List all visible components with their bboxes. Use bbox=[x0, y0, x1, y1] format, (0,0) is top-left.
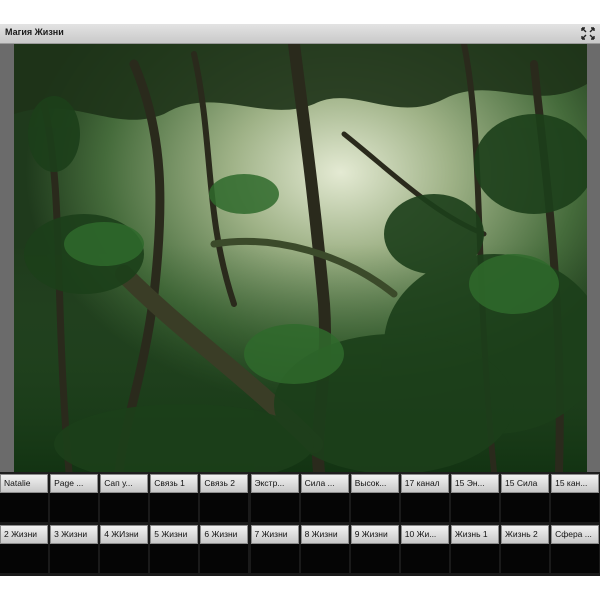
channel-button[interactable]: 15 Сила bbox=[501, 474, 549, 522]
channel-button-label: 15 Эн... bbox=[450, 474, 499, 493]
title-bar: Магия Жизни bbox=[0, 24, 600, 44]
jungle-video-frame[interactable] bbox=[14, 44, 587, 472]
channel-button-label: 15 кан... bbox=[551, 474, 600, 493]
channel-button[interactable]: Сфера ... bbox=[551, 525, 600, 573]
channel-button[interactable]: Связь 2 bbox=[200, 474, 249, 522]
channel-button-label: Экстр... bbox=[250, 474, 299, 493]
channel-button[interactable]: 17 канал bbox=[400, 474, 449, 522]
channel-button[interactable]: Сила ... bbox=[300, 474, 349, 522]
channel-button-label: Сила ... bbox=[300, 474, 349, 493]
channel-button[interactable]: 8 Жизни bbox=[300, 525, 349, 573]
expand-arrows-icon bbox=[581, 27, 595, 40]
channel-button-label: 4 ЖИзни bbox=[100, 525, 149, 544]
channel-button-label: Page ... bbox=[50, 474, 99, 493]
channel-button[interactable]: 10 Жи... bbox=[400, 525, 449, 573]
channel-button[interactable]: 9 Жизни bbox=[350, 525, 399, 573]
channel-button[interactable]: Natalie bbox=[0, 474, 48, 522]
channel-button-label: 8 Жизни bbox=[300, 525, 349, 544]
channel-button-label: 17 канал bbox=[400, 474, 449, 493]
channel-button-label: Сфера ... bbox=[551, 525, 600, 544]
channel-button-label: Жизнь 2 bbox=[501, 525, 549, 544]
channel-button-label: 5 Жизни bbox=[150, 525, 199, 544]
video-viewer[interactable] bbox=[0, 44, 600, 472]
channel-button[interactable]: 15 Эн... bbox=[450, 474, 499, 522]
channel-button[interactable]: 5 Жизни bbox=[150, 525, 199, 573]
channel-button[interactable]: 6 Жизни bbox=[200, 525, 249, 573]
channel-button-label: 7 Жизни bbox=[250, 525, 299, 544]
channel-grid: Natalie Page ... Сап у... Связь 1 Связь 2 Экс… bbox=[0, 474, 600, 576]
channel-button-label: 2 Жизни bbox=[0, 525, 48, 544]
channel-button[interactable]: Жизнь 2 bbox=[501, 525, 549, 573]
channel-button[interactable]: Page ... bbox=[50, 474, 99, 522]
channel-button[interactable]: Экстр... bbox=[250, 474, 299, 522]
channel-button[interactable]: 7 Жизни bbox=[250, 525, 299, 573]
channel-button-label: Жизнь 1 bbox=[450, 525, 499, 544]
channel-button[interactable]: Сап у... bbox=[100, 474, 149, 522]
channel-button-label: Связь 2 bbox=[200, 474, 249, 493]
channel-button-label: Связь 1 bbox=[150, 474, 199, 493]
channel-button[interactable]: 4 ЖИзни bbox=[100, 525, 149, 573]
channel-button-label: 15 Сила bbox=[501, 474, 549, 493]
channel-button[interactable]: Высок... bbox=[350, 474, 399, 522]
jungle-scene-image bbox=[14, 44, 587, 472]
channel-button-label: 10 Жи... bbox=[400, 525, 449, 544]
channel-button-label: 3 Жизни bbox=[50, 525, 99, 544]
window-title: Магия Жизни bbox=[5, 27, 64, 37]
channel-button[interactable]: 3 Жизни bbox=[50, 525, 99, 573]
channel-button[interactable]: 2 Жизни bbox=[0, 525, 48, 573]
channel-button-label: Natalie bbox=[0, 474, 48, 493]
channel-button-label: Сап у... bbox=[100, 474, 149, 493]
app-window: Магия Жизни Natalie Page ... Сап у... Св… bbox=[0, 24, 600, 576]
channel-button-label: 9 Жизни bbox=[350, 525, 399, 544]
channel-button[interactable]: Связь 1 bbox=[150, 474, 199, 522]
channel-button-label: Высок... bbox=[350, 474, 399, 493]
channel-button-label: 6 Жизни bbox=[200, 525, 249, 544]
channel-button[interactable]: Жизнь 1 bbox=[450, 525, 499, 573]
channel-button[interactable]: 15 кан... bbox=[551, 474, 600, 522]
fullscreen-button[interactable] bbox=[581, 27, 595, 40]
